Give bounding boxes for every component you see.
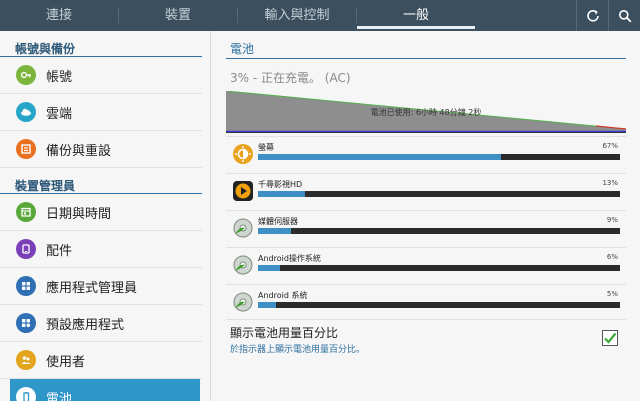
sidebar-item-cloud[interactable]: 雲端: [0, 94, 202, 131]
sidebar-item-backup-reset[interactable]: 備份與重設: [0, 131, 202, 168]
battery-status: 3% - 正在充電。 (AC): [230, 71, 351, 85]
brightness-icon: [233, 144, 253, 164]
users-icon: [16, 350, 36, 370]
sidebar-item-accessories[interactable]: 配件: [0, 231, 202, 268]
android-system-icon: [233, 218, 253, 238]
settings-tabs: 連接 裝置 輸入與控制 一般: [0, 0, 576, 31]
battery-used-label: 電池已使用: 6小時 48分鐘 2秒: [370, 108, 482, 117]
title-divider: [226, 58, 626, 59]
app-percent: 13%: [602, 179, 618, 187]
settings-sidebar: 帳號與備份 帳號 雲端 備份與重設 裝置管理員 日期與時間 配件 應用程式管理員…: [0, 31, 211, 401]
app-percent: 9%: [606, 216, 618, 224]
sidebar-item-users[interactable]: 使用者: [0, 342, 202, 379]
sidebar-item-label: 日期與時間: [46, 206, 112, 222]
sidebar-item-label: 應用程式管理員: [46, 280, 138, 296]
sidebar-item-battery[interactable]: 電池: [10, 379, 200, 401]
default-apps-icon: [16, 313, 36, 333]
tab-connections[interactable]: 連接: [0, 0, 118, 31]
key-icon: [16, 65, 36, 85]
tab-device[interactable]: 裝置: [119, 0, 237, 31]
app-name: 媒體伺服器: [258, 217, 298, 226]
calendar-icon: [16, 202, 36, 222]
show-battery-percent-subtitle: 於指示器上顯示電池用量百分比。: [230, 345, 366, 355]
usage-bar: [258, 191, 620, 197]
usage-bar: [258, 265, 620, 271]
sidebar-item-accounts[interactable]: 帳號: [0, 57, 202, 94]
usage-bar: [258, 228, 620, 234]
section-heading-device-manager: 裝置管理員: [0, 168, 202, 194]
apps-grid-icon: [16, 276, 36, 296]
usage-fill: [258, 228, 291, 234]
sidebar-item-date-time[interactable]: 日期與時間: [0, 194, 202, 231]
sidebar-item-label: 配件: [46, 243, 73, 259]
tab-input-control[interactable]: 輸入與控制: [238, 0, 356, 31]
checkmark-icon: [604, 332, 617, 344]
battery-panel: 電池 3% - 正在充電。 (AC) 電池已使用: 6小時 48分鐘 2秒 螢幕…: [212, 31, 640, 401]
show-battery-percent-checkbox[interactable]: [602, 330, 618, 346]
search-button[interactable]: [608, 0, 640, 31]
sidebar-item-label: 預設應用程式: [46, 317, 125, 333]
sidebar-item-label: 雲端: [46, 106, 73, 122]
app-percent: 67%: [602, 142, 618, 150]
app-name: 千尋影視HD: [258, 180, 303, 189]
refresh-button[interactable]: [576, 0, 608, 31]
sidebar-item-app-manager[interactable]: 應用程式管理員: [0, 268, 202, 305]
backup-icon: [16, 139, 36, 159]
battery-app-row[interactable]: Android操作系統 6%: [226, 247, 626, 284]
refresh-icon: [586, 9, 599, 22]
app-name: 螢幕: [258, 143, 274, 152]
accessory-icon: [16, 239, 36, 259]
sidebar-item-label: 備份與重設: [46, 143, 112, 159]
top-tab-bar: 連接 裝置 輸入與控制 一般: [0, 0, 640, 31]
battery-app-row[interactable]: 螢幕 67%: [226, 136, 626, 173]
show-battery-percent-row[interactable]: 顯示電池用量百分比 於指示器上顯示電池用量百分比。: [226, 319, 626, 359]
battery-app-row[interactable]: Android 系統 5%: [226, 284, 626, 321]
app-name: Android 系統: [258, 291, 308, 300]
sidebar-item-label: 使用者: [46, 354, 86, 370]
usage-fill: [258, 265, 280, 271]
app-name: Android操作系統: [258, 254, 321, 263]
section-heading-accounts: 帳號與備份: [0, 31, 202, 57]
battery-icon: [16, 387, 36, 401]
sidebar-item-default-apps[interactable]: 預設應用程式: [0, 305, 202, 342]
cloud-icon: [16, 102, 36, 122]
usage-bar: [258, 302, 620, 308]
app-percent: 5%: [606, 290, 618, 298]
sidebar-item-label: 帳號: [46, 69, 73, 85]
top-actions: [576, 0, 640, 31]
battery-app-row[interactable]: 媒體伺服器 9%: [226, 210, 626, 247]
battery-app-row[interactable]: 千尋影視HD 13%: [226, 173, 626, 210]
usage-fill: [258, 154, 501, 160]
app-percent: 6%: [606, 253, 618, 261]
usage-bar: [258, 154, 620, 160]
android-system-icon: [233, 292, 253, 312]
page-title: 電池: [230, 42, 255, 56]
show-battery-percent-title: 顯示電池用量百分比: [230, 326, 339, 340]
tab-general[interactable]: 一般: [357, 0, 475, 31]
search-icon: [618, 9, 631, 22]
usage-fill: [258, 302, 277, 308]
sidebar-item-label: 電池: [46, 391, 73, 401]
usage-fill: [258, 191, 306, 197]
android-system-icon: [233, 255, 253, 275]
video-player-icon: [233, 181, 253, 201]
